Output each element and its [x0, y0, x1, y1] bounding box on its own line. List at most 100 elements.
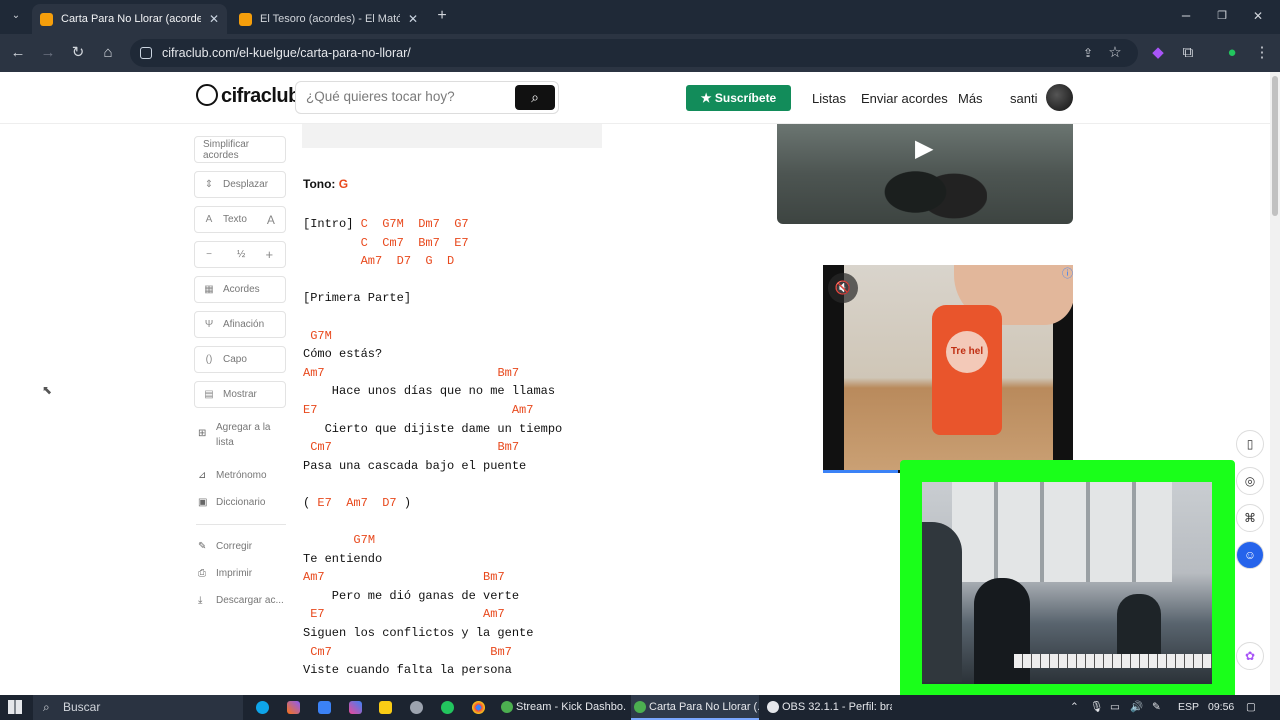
- profile-icon[interactable]: ●: [1222, 43, 1242, 63]
- tray-chevron-icon[interactable]: ⌃: [1070, 695, 1079, 720]
- bookmark-star-icon[interactable]: ☆: [1105, 43, 1125, 63]
- chords-button[interactable]: ▦ Acordes: [194, 276, 286, 303]
- search-input[interactable]: [306, 89, 506, 104]
- windows-start-icon[interactable]: [8, 700, 22, 714]
- chrome-icon[interactable]: [472, 701, 485, 714]
- forward-icon[interactable]: →: [38, 43, 58, 63]
- chord-symbol[interactable]: Bm7: [483, 570, 505, 584]
- url-bar[interactable]: cifraclub.com/el-kuelgue/carta-para-no-l…: [130, 39, 1138, 67]
- language-indicator[interactable]: ESP: [1178, 695, 1199, 720]
- text-larger-icon[interactable]: A: [265, 213, 277, 227]
- chord-symbol[interactable]: Am7: [483, 607, 505, 621]
- tab-carta-para-no-llorar[interactable]: Carta Para No Llorar (acordes) ✕: [32, 4, 227, 34]
- close-icon[interactable]: ✕: [408, 12, 418, 26]
- microphone-icon[interactable]: 🎙: [1090, 695, 1103, 720]
- site-info-icon[interactable]: [140, 47, 152, 59]
- print-link[interactable]: ⎙ Imprimir: [198, 568, 252, 579]
- search-button[interactable]: ⌕: [515, 85, 555, 110]
- file-explorer-icon[interactable]: [379, 701, 392, 714]
- username[interactable]: santi: [1010, 91, 1037, 106]
- chord-symbol[interactable]: Cm7: [310, 440, 332, 454]
- app-icon[interactable]: [349, 701, 362, 714]
- notifications-icon[interactable]: ▢: [1246, 695, 1256, 720]
- chord-symbol[interactable]: D7: [382, 496, 396, 510]
- simplify-chords-button[interactable]: Simplificar acordes: [194, 136, 286, 163]
- window-close-icon[interactable]: ✕: [1248, 6, 1268, 26]
- add-to-list-link[interactable]: ⊞ Agregar a la lista: [198, 420, 276, 450]
- minus-icon[interactable]: −: [203, 249, 215, 260]
- clock[interactable]: 09:56: [1208, 695, 1234, 720]
- apps-grid-icon[interactable]: ⌘: [1236, 504, 1264, 532]
- transpose-control[interactable]: − ½ +: [194, 241, 286, 268]
- taskbar-app-carta[interactable]: Carta Para No Llorar (...: [631, 695, 759, 720]
- text-size-control[interactable]: A Texto A: [194, 206, 286, 233]
- settings-icon[interactable]: [410, 701, 423, 714]
- taskbar-app-obs[interactable]: OBS 32.1.1 - Perfil: bra...: [764, 695, 892, 720]
- chord-symbol[interactable]: E7: [303, 403, 317, 417]
- close-icon[interactable]: ✕: [209, 12, 219, 26]
- taskbar-app-stream[interactable]: Stream - Kick Dashbo...: [498, 695, 626, 720]
- chord-symbol[interactable]: C G7M Dm7 G7: [361, 217, 469, 231]
- autoscroll-button[interactable]: ⇕ Desplazar: [194, 171, 286, 198]
- store-icon[interactable]: [318, 701, 331, 714]
- show-button[interactable]: ▤ Mostrar: [194, 381, 286, 408]
- reload-icon[interactable]: ↻: [68, 43, 88, 63]
- nav-lists[interactable]: Listas: [812, 91, 846, 106]
- download-link[interactable]: ⤓ Descargar ac...: [198, 595, 284, 606]
- tab-el-tesoro[interactable]: El Tesoro (acordes) - El Mató a u ✕: [231, 4, 426, 34]
- video-ad[interactable]: Tre hel 🔇: [823, 265, 1073, 473]
- copilot-icon[interactable]: [287, 701, 300, 714]
- install-app-icon[interactable]: ⇪: [1078, 43, 1098, 63]
- back-icon[interactable]: ←: [8, 43, 28, 63]
- nav-more[interactable]: Más: [958, 91, 983, 106]
- pen-icon[interactable]: ✎: [1152, 695, 1161, 720]
- ad-info-icon[interactable]: ⓘ: [1062, 265, 1073, 281]
- key-value[interactable]: G: [339, 177, 348, 191]
- chord-symbol[interactable]: Am7 D7 G D: [361, 254, 455, 268]
- minimize-icon[interactable]: –: [1176, 6, 1196, 26]
- chord-symbol[interactable]: E7: [317, 496, 331, 510]
- network-icon[interactable]: ▭: [1110, 695, 1120, 720]
- page-scrollbar[interactable]: [1270, 72, 1280, 695]
- cifraclub-logo[interactable]: cifraclub: [196, 84, 300, 108]
- extension-icon[interactable]: ◆: [1148, 43, 1168, 63]
- correct-link[interactable]: ✎ Corregir: [198, 541, 252, 552]
- chord-symbol[interactable]: E7: [310, 607, 324, 621]
- reading-mode-icon[interactable]: ▯: [1236, 430, 1264, 458]
- scrollbar-thumb[interactable]: [1272, 76, 1278, 216]
- nav-send-chords[interactable]: Enviar acordes: [861, 91, 948, 106]
- chord-symbol[interactable]: Am7: [303, 366, 325, 380]
- edge-icon[interactable]: [256, 701, 269, 714]
- dictionary-link[interactable]: ▣ Diccionario: [198, 497, 265, 508]
- subscribe-button[interactable]: ★ Suscríbete: [686, 85, 791, 111]
- assistant-icon[interactable]: ☺: [1236, 541, 1264, 569]
- new-tab-icon[interactable]: +: [432, 6, 452, 26]
- text-smaller-icon[interactable]: A: [203, 214, 215, 225]
- chord-symbol[interactable]: G7M: [353, 533, 375, 547]
- chord-symbol[interactable]: Am7: [512, 403, 534, 417]
- chord-symbol[interactable]: Am7: [303, 570, 325, 584]
- tuner-icon[interactable]: ◎: [1236, 467, 1264, 495]
- capo-button[interactable]: () Capo: [194, 346, 286, 373]
- chord-symbol[interactable]: Bm7: [490, 645, 512, 659]
- spotify-icon[interactable]: [441, 701, 454, 714]
- extensions-puzzle-icon[interactable]: ⧉: [1178, 43, 1198, 63]
- volume-icon[interactable]: 🔊: [1130, 695, 1143, 720]
- chord-symbol[interactable]: G7M: [310, 329, 332, 343]
- song-video[interactable]: ▶: [777, 124, 1073, 224]
- chord-symbol[interactable]: Bm7: [497, 366, 519, 380]
- metronome-link[interactable]: ⊿ Metrónomo: [198, 470, 267, 481]
- taskbar-search[interactable]: ⌕ Buscar: [33, 695, 243, 720]
- ai-brain-icon[interactable]: ✿: [1236, 642, 1264, 670]
- chord-symbol[interactable]: Am7: [346, 496, 368, 510]
- chord-symbol[interactable]: C Cm7 Bm7 E7: [361, 236, 469, 250]
- maximize-icon[interactable]: ❐: [1212, 6, 1232, 26]
- chord-symbol[interactable]: Cm7: [310, 645, 332, 659]
- plus-icon[interactable]: +: [263, 247, 275, 262]
- chord-symbol[interactable]: Bm7: [497, 440, 519, 454]
- play-icon[interactable]: ▶: [915, 134, 933, 163]
- tuning-button[interactable]: Ψ Afinación: [194, 311, 286, 338]
- home-icon[interactable]: ⌂: [98, 43, 118, 63]
- tab-search-icon[interactable]: ⌄: [6, 6, 26, 26]
- avatar[interactable]: [1046, 84, 1073, 111]
